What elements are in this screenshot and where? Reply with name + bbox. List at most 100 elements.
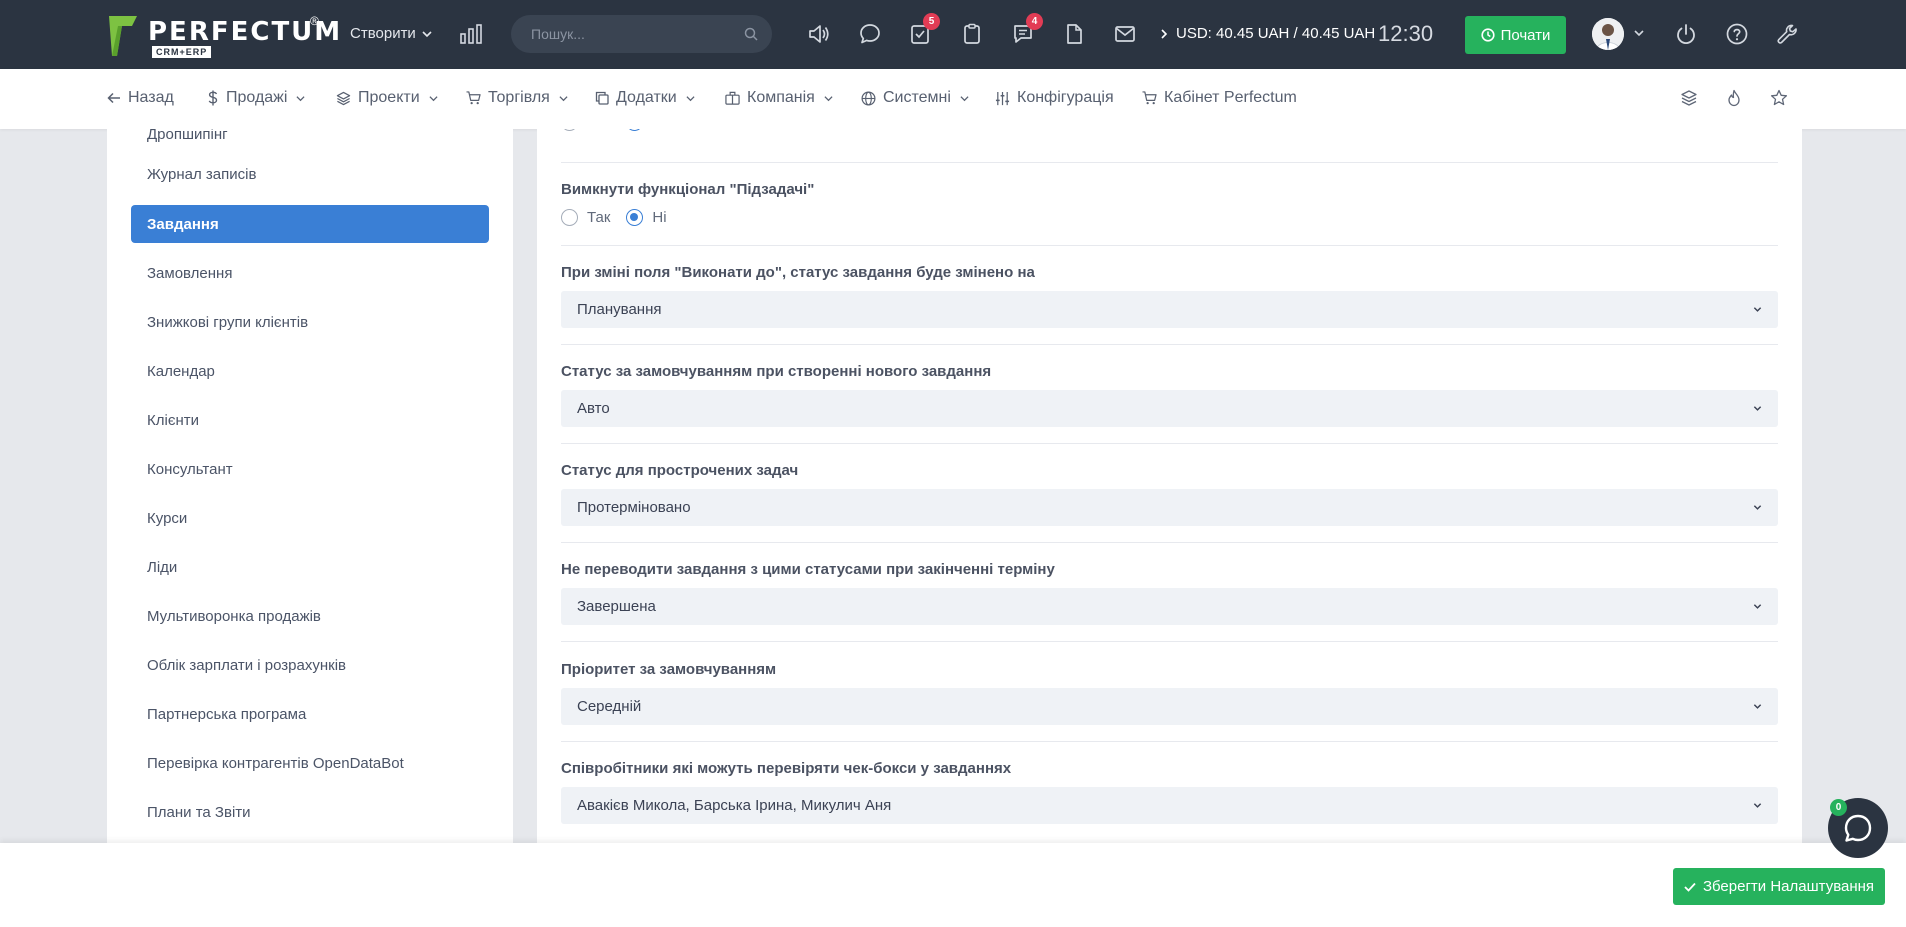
bottom-action-bar: Зберегти Налаштування <box>0 843 1906 927</box>
divider <box>561 245 1778 246</box>
clock-time: 12:30 <box>1378 21 1434 46</box>
sidebar-item-label: Журнал записів <box>147 165 257 183</box>
chevron-down-icon <box>429 95 438 101</box>
sidebar-item-plans-reports[interactable]: Плани та Звіти <box>131 793 489 831</box>
search-box[interactable] <box>511 15 772 53</box>
create-menu-button[interactable]: Створити <box>350 25 432 42</box>
select-excluded-statuses[interactable]: Завершена <box>561 588 1778 625</box>
field-label-excluded-statuses: Не переводити завдання з цими статусами … <box>561 561 1055 578</box>
select-default-priority[interactable]: Середній <box>561 688 1778 725</box>
sidebar-item-clients[interactable]: Клієнти <box>131 401 489 439</box>
chevron-down-icon[interactable] <box>1634 28 1644 38</box>
sidebar-item-courses[interactable]: Курси <box>131 499 489 537</box>
nav-item-label: Продажі <box>226 89 288 106</box>
radio-group-subtasks: Так Ні <box>561 209 683 226</box>
sidebar-item-partner-program[interactable]: Партнерська програма <box>131 695 489 733</box>
sidebar-item-discount-groups[interactable]: Знижкові групи клієнтів <box>131 303 489 341</box>
sidebar-item-leads[interactable]: Ліди <box>131 548 489 586</box>
radio-yes[interactable] <box>561 209 578 226</box>
radio-yes[interactable] <box>561 129 578 131</box>
start-timer-button[interactable]: Почати <box>1465 16 1566 54</box>
radio-yes-label: Так <box>587 209 611 226</box>
nav-item-company[interactable]: Компанія <box>725 89 833 107</box>
sidebar-item-tasks[interactable]: Завдання <box>131 205 489 243</box>
building-icon <box>725 91 740 105</box>
search-input[interactable] <box>531 15 731 53</box>
select-default-status[interactable]: Авто <box>561 390 1778 427</box>
chevron-down-icon <box>559 95 568 101</box>
sidebar-item-label: Клієнти <box>147 411 200 429</box>
sidebar-item-journal[interactable]: Журнал записів <box>131 155 489 193</box>
megaphone-icon[interactable] <box>807 22 831 46</box>
currency-rate[interactable]: USD: 40.45 UAH / 40.45 UAH <box>1160 25 1375 42</box>
sliders-icon <box>995 91 1010 105</box>
nav-item-sales[interactable]: Продажі <box>207 89 305 107</box>
sidebar-item-label: Дропшипінг <box>147 129 228 143</box>
field-label-default-status: Статус за замовчуванням при створенні но… <box>561 363 992 380</box>
sidebar-item-consultant[interactable]: Консультант <box>131 450 489 488</box>
nav-item-projects[interactable]: Проекти <box>336 89 438 107</box>
power-icon[interactable] <box>1674 22 1698 46</box>
layers-icon[interactable] <box>1680 89 1698 107</box>
sidebar-item-opendatabot[interactable]: Перевірка контрагентів OpenDataBot <box>131 744 489 782</box>
layers-icon <box>336 91 351 105</box>
bar-chart-icon[interactable] <box>460 24 482 44</box>
main-navigation: Назад Продажі Проекти Торгівля Додатки К… <box>0 69 1906 129</box>
logo[interactable]: PERFECTUM ® CRM+ERP <box>108 14 340 58</box>
chat-bubble-icon[interactable] <box>858 22 882 46</box>
star-icon[interactable] <box>1770 89 1788 107</box>
user-avatar[interactable] <box>1592 18 1624 50</box>
sidebar-item-orders[interactable]: Замовлення <box>131 254 489 292</box>
save-settings-button[interactable]: Зберегти Налаштування <box>1673 868 1885 905</box>
chevron-down-icon <box>1753 505 1762 510</box>
radio-no[interactable] <box>626 129 644 131</box>
nav-item-addons[interactable]: Додатки <box>595 89 695 107</box>
field-label-overdue-status: Статус для прострочених задач <box>561 462 799 479</box>
divider <box>561 741 1778 742</box>
nav-back-label: Назад <box>128 89 174 106</box>
chevron-right-icon <box>1161 28 1168 39</box>
sidebar-item-label: Консультант <box>147 460 233 478</box>
divider <box>561 641 1778 642</box>
radio-no[interactable] <box>626 209 644 226</box>
messages-button[interactable]: 4 <box>1011 13 1043 46</box>
wrench-icon[interactable] <box>1776 22 1800 46</box>
sidebar-item-label: Замовлення <box>147 264 233 282</box>
sidebar-item-calendar[interactable]: Календар <box>131 352 489 390</box>
radio-group-previous-setting: Так Ні <box>561 129 683 131</box>
nav-item-label: Кабінет Perfectum <box>1164 89 1297 106</box>
start-timer-label: Почати <box>1500 26 1551 44</box>
help-icon[interactable] <box>1725 22 1749 46</box>
cart-icon <box>1142 91 1157 105</box>
tasks-button[interactable]: 5 <box>908 13 940 46</box>
task-settings-panel: Так Ні Вимкнути функціонал "Підзадачі" Т… <box>537 129 1802 843</box>
nav-item-system[interactable]: Системні <box>861 89 969 107</box>
divider <box>561 443 1778 444</box>
sidebar-item-payroll[interactable]: Облік зарплати і розрахунків <box>131 646 489 684</box>
nav-back[interactable]: Назад <box>107 89 174 107</box>
chevron-down-icon <box>422 30 432 37</box>
sidebar-item-label: Мультиворонка продажів <box>147 607 321 625</box>
select-checkbox-reviewers[interactable]: Авакієв Микола, Барська Ірина, Микулич А… <box>561 787 1778 824</box>
sidebar-item-label: Знижкові групи клієнтів <box>147 313 309 331</box>
nav-item-label: Проекти <box>358 89 420 106</box>
nav-item-configuration[interactable]: Конфігурація <box>995 89 1114 107</box>
sidebar-item-label: Календар <box>147 362 215 380</box>
field-label-default-priority: Пріоритет за замовчуванням <box>561 661 777 678</box>
nav-item-trade[interactable]: Торгівля <box>466 89 568 107</box>
chevron-down-icon <box>1753 704 1762 709</box>
sidebar-item-multifunnel[interactable]: Мультиворонка продажів <box>131 597 489 635</box>
sidebar-item-label: Курси <box>147 509 188 527</box>
select-deadline-status[interactable]: Планування <box>561 291 1778 328</box>
divider <box>561 542 1778 543</box>
nav-item-perfectum-cabinet[interactable]: Кабінет Perfectum <box>1142 89 1297 107</box>
document-icon[interactable] <box>1062 22 1086 46</box>
mail-icon[interactable] <box>1113 22 1137 46</box>
radio-yes-label: Так <box>587 129 610 131</box>
search-icon[interactable] <box>744 27 758 41</box>
sidebar-item-dropshipping[interactable]: Дропшипінг <box>131 129 489 153</box>
clipboard-icon[interactable] <box>960 22 984 46</box>
select-overdue-status[interactable]: Протерміновано <box>561 489 1778 526</box>
fire-icon[interactable] <box>1725 89 1743 107</box>
sidebar-item-label: Облік зарплати і розрахунків <box>147 656 346 674</box>
